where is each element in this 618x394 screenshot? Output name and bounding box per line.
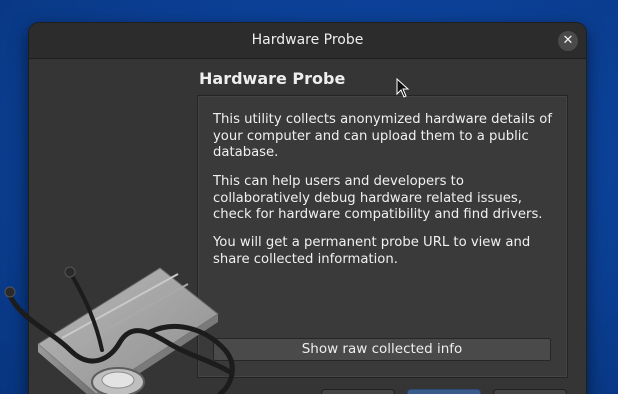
close-icon: ✕ (562, 33, 574, 48)
dialog-button-1[interactable] (321, 389, 395, 394)
info-paragraph-3: You will get a permanent probe URL to vi… (213, 235, 531, 267)
titlebar[interactable]: Hardware Probe ✕ (29, 23, 586, 59)
mouse-pointer-icon (396, 78, 410, 98)
dialog-button-2[interactable] (407, 389, 481, 394)
close-button[interactable]: ✕ (558, 31, 578, 51)
info-paragraph-2: This can help users and developers to co… (213, 174, 543, 222)
show-raw-info-button[interactable]: Show raw collected info (213, 338, 551, 361)
page-heading: Hardware Probe (199, 69, 346, 88)
window-title: Hardware Probe (251, 32, 364, 48)
info-paragraph-1: This utility collects anonymized hardwar… (213, 112, 552, 160)
desktop: Hardware Probe ✕ Hardware Probe This uti… (0, 0, 618, 394)
stethoscope-computer-icon (4, 266, 235, 394)
dialog-button-3[interactable] (493, 389, 567, 394)
